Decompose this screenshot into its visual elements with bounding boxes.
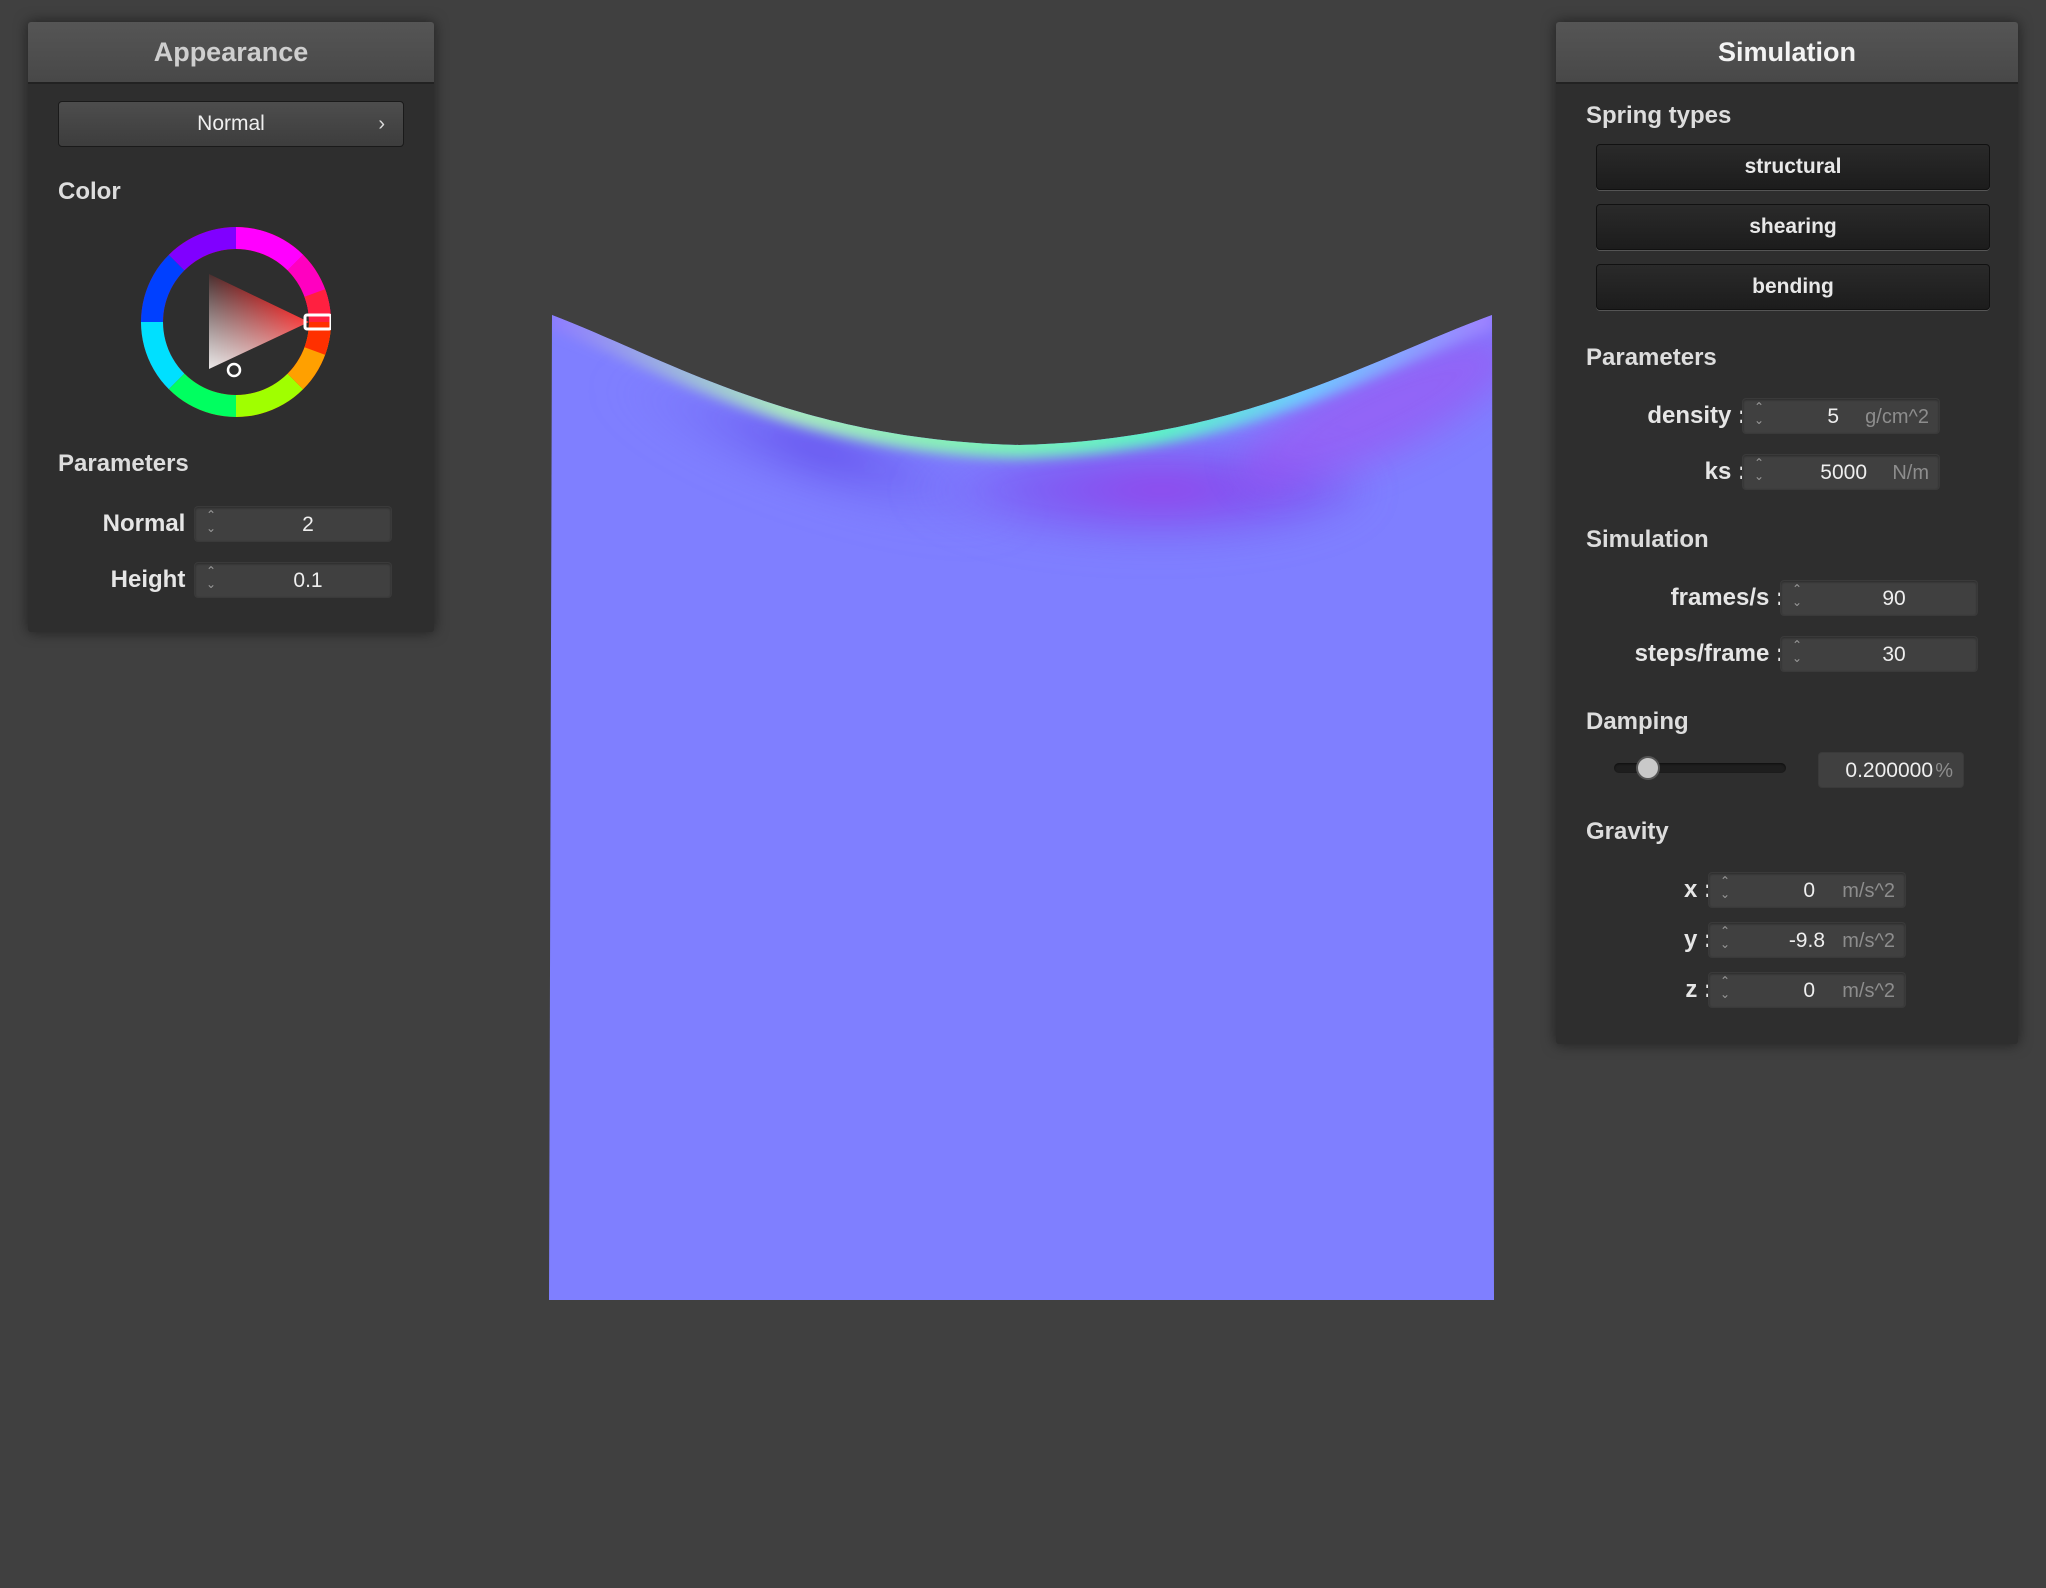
- appearance-panel: Appearance Normal › Color Parameters Nor…: [28, 22, 434, 632]
- gravity-y-value: -9.8: [1788, 929, 1825, 952]
- damping-slider-handle[interactable]: [1636, 756, 1661, 780]
- normal-label: Normal :: [102, 510, 200, 537]
- simulation-panel-title: Simulation: [1556, 22, 2018, 84]
- spring-types-label: Spring types: [1586, 102, 1732, 129]
- frames-per-second-spinbox[interactable]: ⌃ ⌄ 90: [1780, 580, 1978, 616]
- gravity-label: Gravity: [1586, 818, 1669, 845]
- gravity-y-spinbox[interactable]: ⌃ ⌄ -9.8 m/s^2: [1708, 922, 1906, 958]
- chevron-right-icon: ›: [378, 113, 385, 135]
- gravity-y-label: y :: [1683, 926, 1712, 953]
- damping-value-box[interactable]: 0.200000 %: [1818, 752, 1964, 788]
- color-wheel-icon[interactable]: [141, 227, 331, 417]
- bending-button[interactable]: bending: [1596, 264, 1990, 310]
- simulation-section-label: Simulation: [1586, 526, 1709, 553]
- shader-dropdown[interactable]: Normal ›: [58, 101, 404, 147]
- density-unit: g/cm^2: [1865, 406, 1929, 428]
- normal-spinbox[interactable]: ⌃ ⌄ 2: [194, 506, 392, 542]
- damping-value: 0.200000: [1845, 759, 1933, 782]
- spin-arrows-icon[interactable]: ⌃ ⌄: [1719, 975, 1731, 1005]
- spin-arrows-icon[interactable]: ⌃ ⌄: [1791, 583, 1803, 613]
- cloth-mesh-viewport[interactable]: [549, 300, 1495, 1300]
- sim-parameters-label: Parameters: [1586, 344, 1717, 371]
- ks-unit: N/m: [1892, 462, 1929, 484]
- gravity-z-unit: m/s^2: [1842, 980, 1895, 1002]
- height-spinbox[interactable]: ⌃ ⌄ 0.1: [194, 562, 392, 598]
- ks-spinbox[interactable]: ⌃ ⌄ 5000 N/m: [1742, 454, 1940, 490]
- structural-button[interactable]: structural: [1596, 144, 1990, 190]
- density-label: density :: [1647, 402, 1746, 429]
- parameters-label: Parameters: [58, 450, 189, 477]
- ks-label: ks :: [1704, 458, 1746, 485]
- shearing-button[interactable]: shearing: [1596, 204, 1990, 250]
- simulation-panel: Simulation Spring types structural shear…: [1556, 22, 2018, 1044]
- shader-dropdown-value: Normal: [197, 112, 265, 135]
- spin-arrows-icon[interactable]: ⌃ ⌄: [205, 509, 217, 539]
- spin-arrows-icon[interactable]: ⌃ ⌄: [1753, 401, 1765, 431]
- gravity-z-spinbox[interactable]: ⌃ ⌄ 0 m/s^2: [1708, 972, 1906, 1008]
- color-label: Color: [58, 178, 121, 205]
- spin-arrows-icon[interactable]: ⌃ ⌄: [1791, 639, 1803, 669]
- height-label: Height :: [110, 566, 200, 593]
- gravity-x-spinbox[interactable]: ⌃ ⌄ 0 m/s^2: [1708, 872, 1906, 908]
- spin-arrows-icon[interactable]: ⌃ ⌄: [1719, 925, 1731, 955]
- gravity-x-unit: m/s^2: [1842, 880, 1895, 902]
- appearance-panel-title: Appearance: [28, 22, 434, 84]
- ks-value: 5000: [1820, 461, 1867, 484]
- spin-arrows-icon[interactable]: ⌃ ⌄: [1719, 875, 1731, 905]
- density-spinbox[interactable]: ⌃ ⌄ 5 g/cm^2: [1742, 398, 1940, 434]
- gravity-z-value: 0: [1803, 979, 1815, 1002]
- density-value: 5: [1827, 405, 1839, 428]
- steps-per-frame-label: steps/frame :: [1634, 640, 1784, 667]
- damping-unit: %: [1935, 760, 1953, 782]
- frames-per-second-value: 90: [1882, 587, 1906, 610]
- gravity-y-unit: m/s^2: [1842, 930, 1895, 952]
- gravity-x-value: 0: [1803, 879, 1815, 902]
- gravity-z-label: z :: [1685, 976, 1712, 1003]
- normal-value: 2: [302, 513, 314, 536]
- spin-arrows-icon[interactable]: ⌃ ⌄: [1753, 457, 1765, 487]
- height-value: 0.1: [293, 569, 323, 592]
- damping-label: Damping: [1586, 708, 1689, 735]
- steps-per-frame-spinbox[interactable]: ⌃ ⌄ 30: [1780, 636, 1978, 672]
- gravity-x-label: x :: [1683, 876, 1712, 903]
- spin-arrows-icon[interactable]: ⌃ ⌄: [205, 565, 217, 595]
- steps-per-frame-value: 30: [1882, 643, 1906, 666]
- frames-per-second-label: frames/s :: [1670, 584, 1784, 611]
